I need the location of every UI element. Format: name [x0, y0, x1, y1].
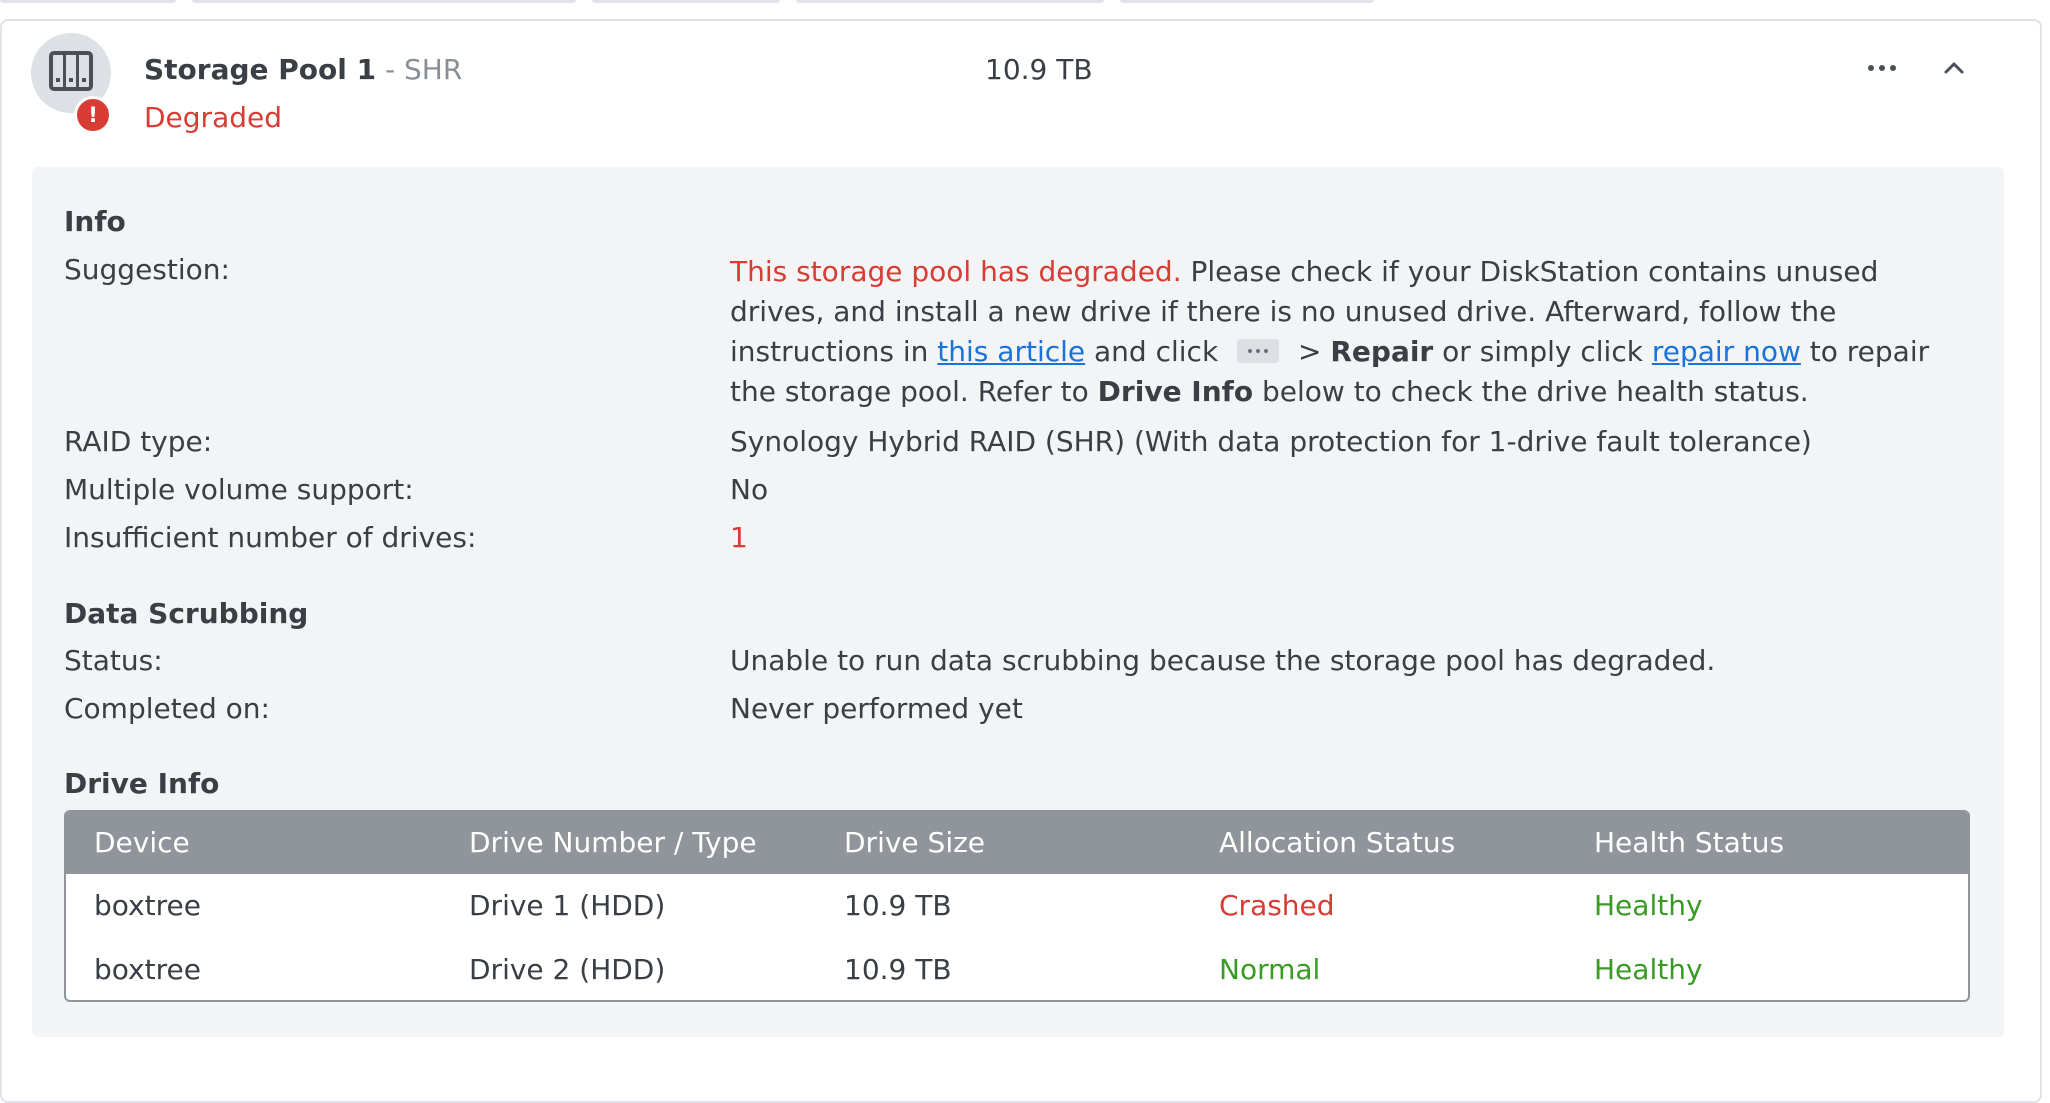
suggestion-text: This storage pool has degraded. Please c…: [730, 252, 1960, 412]
suggestion-part: >: [1289, 335, 1331, 368]
repair-now-link[interactable]: repair now: [1652, 335, 1801, 368]
suggestion-warning: This storage pool has degraded.: [730, 255, 1182, 288]
tab-edge[interactable]: [796, 0, 1104, 3]
drive-info-title: Drive Info: [64, 767, 220, 800]
tab-edge[interactable]: [192, 0, 576, 3]
completed-on-label: Completed on:: [64, 692, 270, 725]
drive-info-table: Device Drive Number / Type Drive Size Al…: [64, 810, 1970, 1002]
table-row[interactable]: boxtree Drive 2 (HDD) 10.9 TB Normal Hea…: [66, 938, 1968, 1000]
allocation-status-cell: Crashed: [1219, 889, 1335, 922]
device-cell: boxtree: [94, 953, 201, 986]
tab-edge[interactable]: [592, 0, 780, 3]
more-options-button[interactable]: [1860, 50, 1904, 86]
scrubbing-status-value: Unable to run data scrubbing because the…: [730, 644, 1716, 677]
drive-size-cell: 10.9 TB: [844, 889, 952, 922]
data-scrubbing-title: Data Scrubbing: [64, 597, 309, 630]
collapse-chevron-up-icon[interactable]: [1934, 50, 1974, 86]
tab-edge[interactable]: [0, 0, 176, 3]
column-header-health-status[interactable]: Health Status: [1594, 825, 1784, 861]
table-row[interactable]: boxtree Drive 1 (HDD) 10.9 TB Crashed He…: [66, 874, 1968, 938]
this-article-link[interactable]: this article: [937, 335, 1085, 368]
device-cell: boxtree: [94, 889, 201, 922]
more-dot: [1890, 65, 1896, 71]
more-dot: [1868, 65, 1874, 71]
raid-type-label: RAID type:: [64, 425, 213, 458]
multi-volume-value: No: [730, 473, 769, 506]
raid-type-value: Synology Hybrid RAID (SHR) (With data pr…: [730, 425, 1812, 458]
pool-size: 10.9 TB: [985, 53, 1093, 86]
completed-on-value: Never performed yet: [730, 692, 1023, 725]
multi-volume-label: Multiple volume support:: [64, 473, 414, 506]
suggestion-part: below to check the drive health status.: [1253, 375, 1809, 408]
pool-title-separator: -: [376, 53, 404, 86]
allocation-status-cell: Normal: [1219, 953, 1321, 986]
more-dot: [1879, 65, 1885, 71]
drive-number-cell: Drive 2 (HDD): [469, 953, 666, 986]
pool-status: Degraded: [144, 101, 283, 134]
inline-more-icon: [1237, 339, 1280, 363]
drive-info-bold: Drive Info: [1097, 375, 1254, 408]
tab-edge[interactable]: [1120, 0, 1374, 3]
pool-name: Storage Pool 1: [144, 53, 377, 86]
suggestion-label: Suggestion:: [64, 253, 230, 286]
health-status-cell: Healthy: [1594, 889, 1703, 922]
column-header-drive-size[interactable]: Drive Size: [844, 825, 985, 861]
table-header: Device Drive Number / Type Drive Size Al…: [66, 812, 1968, 874]
alert-icon: !: [74, 96, 112, 134]
insufficient-drives-label: Insufficient number of drives:: [64, 521, 477, 554]
drive-size-cell: 10.9 TB: [844, 953, 952, 986]
column-header-device[interactable]: Device: [94, 825, 190, 861]
column-header-allocation-status[interactable]: Allocation Status: [1219, 825, 1455, 861]
pool-title: Storage Pool 1 - SHR: [144, 52, 462, 88]
info-section-title: Info: [64, 205, 126, 238]
pool-raid-type: SHR: [404, 53, 463, 86]
scrubbing-status-label: Status:: [64, 644, 163, 677]
health-status-cell: Healthy: [1594, 953, 1703, 986]
column-header-drive-number[interactable]: Drive Number / Type: [469, 825, 757, 861]
drive-number-cell: Drive 1 (HDD): [469, 889, 666, 922]
suggestion-part: or simply click: [1433, 335, 1652, 368]
suggestion-part: and click: [1085, 335, 1228, 368]
insufficient-drives-value: 1: [730, 521, 748, 554]
repair-bold: Repair: [1330, 335, 1434, 368]
